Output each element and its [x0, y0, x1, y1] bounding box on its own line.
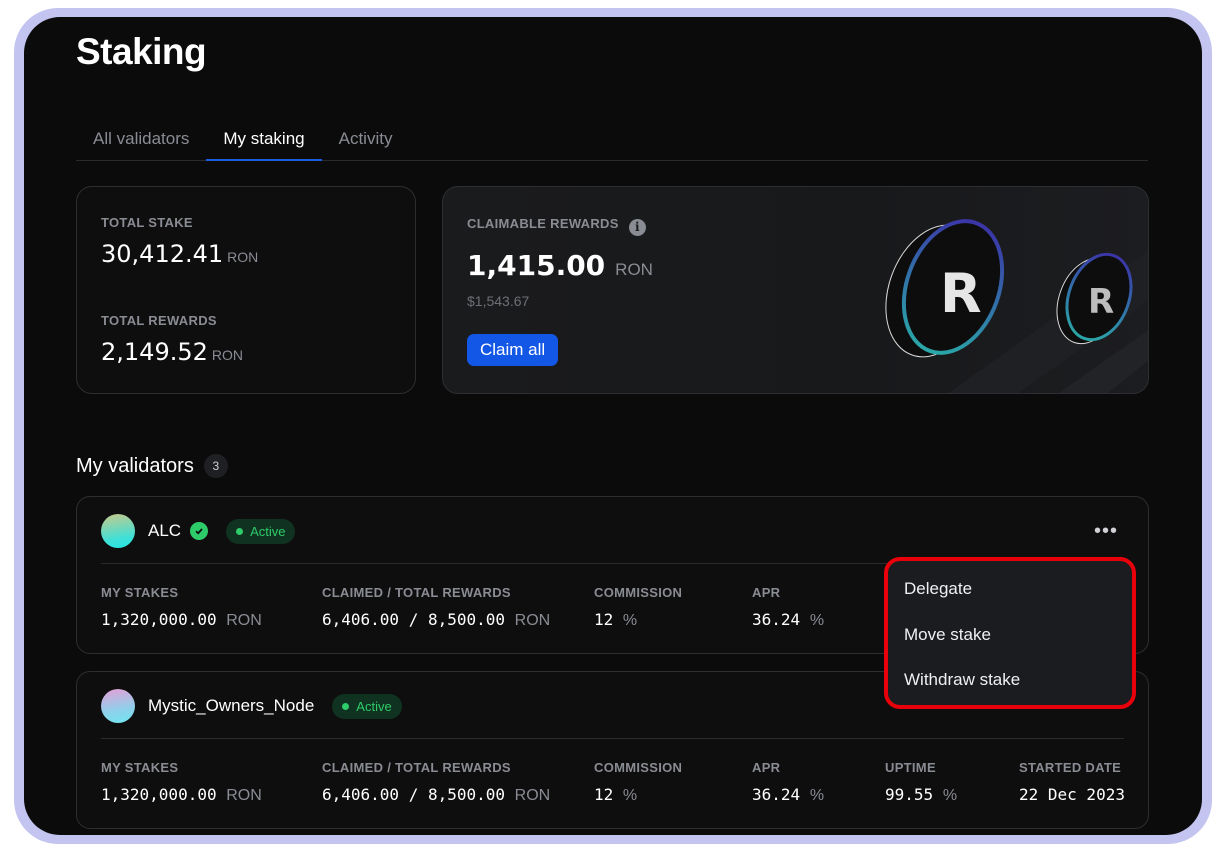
rewards-unit: RON	[514, 612, 551, 629]
uptime-label: UPTIME	[885, 760, 936, 775]
info-icon[interactable]: i	[628, 219, 646, 236]
commission-label: COMMISSION	[594, 760, 683, 775]
started-date-stat: STARTED DATE 22 Dec 2023	[1019, 760, 1125, 804]
total-stake-unit: RON	[227, 249, 259, 265]
total-rewards-value: 8,500.00	[427, 785, 506, 804]
claimable-rewards-unit: RON	[615, 260, 653, 279]
commission-label: COMMISSION	[594, 585, 683, 600]
claimed-rewards-value: 6,406.00	[322, 610, 400, 629]
my-validators-heading: My validators 3	[76, 454, 228, 478]
validator-name[interactable]: ALC	[148, 521, 181, 541]
validator-name[interactable]: Mystic_Owners_Node	[148, 696, 314, 716]
commission-unit: %	[622, 612, 638, 629]
status-dot-icon	[342, 702, 350, 710]
claimed-rewards-value: 6,406.00	[322, 785, 400, 804]
menu-item-withdraw-stake[interactable]: Withdraw stake	[904, 670, 1020, 690]
commission-value: 12	[594, 610, 614, 629]
uptime-stat: UPTIME 99.55 %	[885, 760, 957, 805]
staking-screen: Staking All validators My staking Activi…	[24, 17, 1202, 835]
my-stakes-value: 1,320,000.00	[101, 610, 217, 629]
claimable-rewards-card: R R CLAIMABLE REWARDS i 1,415.00 RON $1,54…	[442, 186, 1149, 394]
apr-label: APR	[752, 585, 781, 600]
rewards-stat: CLAIMED / TOTAL REWARDS 6,406.00 / 8,500…	[322, 585, 551, 629]
ronin-logo: R	[1088, 282, 1114, 322]
my-stakes-unit: RON	[226, 787, 262, 804]
coins-illustration: R R	[885, 219, 1148, 393]
my-stakes-unit: RON	[226, 612, 262, 629]
uptime-unit: %	[942, 787, 958, 804]
my-validators-title: My validators	[76, 454, 194, 477]
menu-item-move-stake[interactable]: Move stake	[904, 625, 991, 645]
apr-unit: %	[809, 787, 825, 804]
claim-all-button[interactable]: Claim all	[467, 334, 559, 366]
more-options-icon[interactable]: •••	[1094, 521, 1118, 541]
apr-stat: APR 36.24 %	[752, 760, 824, 805]
commission-stat: COMMISSION 12 %	[594, 760, 682, 805]
apr-value: 36.24	[752, 610, 801, 629]
rewards-unit: RON	[514, 787, 551, 804]
validator-header: Mystic_Owners_Node Active	[101, 689, 402, 723]
stake-summary-card: TOTAL STAKE 30,412.41 RON TOTAL REWARDS 2…	[76, 186, 416, 394]
total-rewards-value: 8,500.00	[427, 610, 506, 629]
tab-bar: All validators My staking Activity	[76, 125, 1148, 161]
claimable-rewards-label: CLAIMABLE REWARDS	[467, 216, 619, 231]
apr-label: APR	[752, 760, 781, 775]
total-rewards-value: 2,149.52	[101, 338, 208, 366]
claimable-usd-value: $1,543.67	[467, 293, 530, 309]
menu-item-delegate[interactable]: Delegate	[904, 579, 972, 599]
large-coin: R	[885, 219, 1005, 358]
validator-avatar	[101, 689, 135, 723]
my-stakes-label: MY STAKES	[101, 760, 179, 775]
claimable-label-row: CLAIMABLE REWARDS i	[467, 215, 646, 236]
started-date-value: 22 Dec 2023	[1019, 785, 1125, 804]
verified-check-icon	[190, 522, 209, 540]
my-stakes-label: MY STAKES	[101, 585, 179, 600]
total-rewards-unit: RON	[211, 347, 243, 363]
apr-unit: %	[809, 612, 825, 629]
commission-unit: %	[622, 787, 638, 804]
rewards-stat: CLAIMED / TOTAL REWARDS 6,406.00 / 8,500…	[322, 760, 551, 804]
validators-count-badge: 3	[203, 454, 228, 478]
uptime-value: 99.55	[885, 785, 934, 804]
rewards-label: CLAIMED / TOTAL REWARDS	[322, 760, 511, 775]
claimable-rewards-value: 1,415.00	[467, 249, 606, 282]
validator-actions-menu: Delegate Move stake Withdraw stake	[884, 557, 1136, 709]
page-title: Staking	[76, 31, 207, 72]
apr-stat: APR 36.24 %	[752, 585, 824, 630]
apr-value: 36.24	[752, 785, 801, 804]
status-dot-icon	[236, 527, 244, 535]
total-rewards-label: TOTAL REWARDS	[101, 313, 217, 328]
total-stake-value: 30,412.41	[101, 240, 224, 268]
total-rewards-block: TOTAL REWARDS 2,149.52 RON	[101, 313, 243, 366]
tab-my-staking[interactable]: My staking	[206, 125, 322, 161]
commission-stat: COMMISSION 12 %	[594, 585, 682, 630]
status-badge: Active	[332, 693, 402, 719]
status-text: Active	[250, 523, 286, 539]
started-date-label: STARTED DATE	[1019, 760, 1122, 775]
total-stake-label: TOTAL STAKE	[101, 215, 193, 230]
tab-all-validators[interactable]: All validators	[76, 125, 206, 161]
my-stakes-stat: MY STAKES 1,320,000.00 RON	[101, 585, 262, 630]
status-text: Active	[356, 698, 392, 714]
claimable-value-row: 1,415.00 RON	[467, 249, 653, 282]
validator-avatar	[101, 514, 135, 548]
total-stake-block: TOTAL STAKE 30,412.41 RON	[101, 215, 258, 268]
rewards-label: CLAIMED / TOTAL REWARDS	[322, 585, 511, 600]
my-stakes-stat: MY STAKES 1,320,000.00 RON	[101, 760, 262, 805]
tab-activity[interactable]: Activity	[322, 125, 410, 161]
validator-header: ALC Active	[101, 514, 296, 548]
status-badge: Active	[226, 518, 296, 544]
ronin-logo: R	[940, 262, 982, 325]
my-stakes-value: 1,320,000.00	[101, 785, 217, 804]
divider	[101, 738, 1124, 739]
commission-value: 12	[594, 785, 614, 804]
